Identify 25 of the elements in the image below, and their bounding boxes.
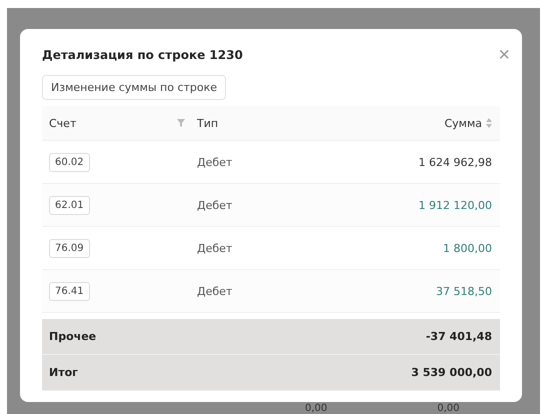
type-cell-text: Дебет [197,242,234,254]
amount-cell: 1 912 120,00 [418,198,492,212]
column-header[interactable]: Счет [49,116,76,130]
summary-label: Итог [49,366,78,379]
type-cell-text: Дебет [197,198,234,212]
account-tag: 60.02 [49,152,90,172]
filter-icon[interactable] [177,119,185,127]
amount-cell: 1 624 962,98 [418,156,492,168]
amount-cell: 1 800,00 [443,242,492,254]
column-header[interactable]: Тип [197,116,218,130]
account-tag: 76.41 [49,282,90,300]
change-amount-button[interactable]: Изменение суммы по строке [42,75,226,100]
account-tag: 76.09 [49,238,90,258]
type-cell-text: Дебет [197,156,234,168]
column-header[interactable]: Сумма [444,116,482,130]
sort-icon[interactable] [486,118,492,128]
summary-amount: 3 539 000,00 [411,366,492,379]
dialog-title: Детализация по строке 1230 [42,48,243,62]
type-cell-text: Дебет [197,284,234,298]
summary-amount: -37 401,48 [426,330,492,343]
background-cell: 0,00 [437,403,460,414]
account-tag: 62.01 [49,196,90,214]
summary-label: Прочее [49,330,96,343]
background-cell: 0,00 [305,403,328,414]
amount-cell: 37 518,50 [436,284,492,298]
